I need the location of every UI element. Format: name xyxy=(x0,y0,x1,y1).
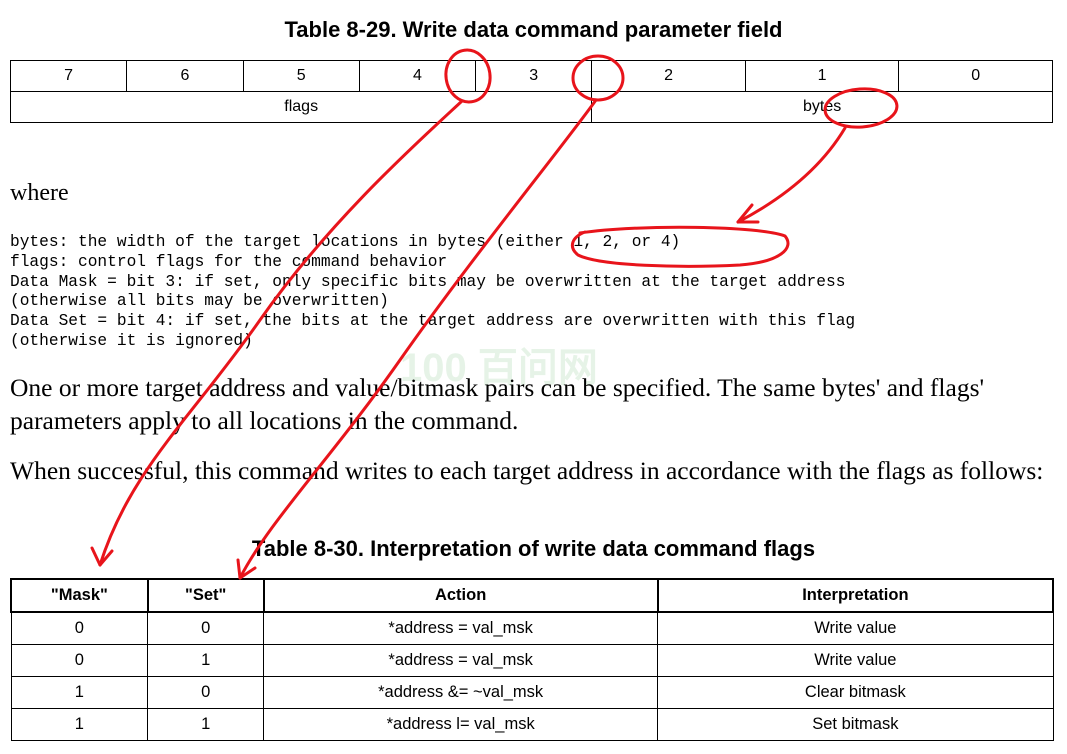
code-line: (otherwise it is ignored) xyxy=(10,331,253,350)
where-label: where xyxy=(10,180,69,206)
code-line: bytes: the width of the target locations… xyxy=(10,233,681,251)
cell-mask: 1 xyxy=(10,708,149,741)
code-line: (otherwise all bits may be overwritten) xyxy=(10,292,389,311)
cell-set: 1 xyxy=(147,708,265,741)
flags-field-cell: flags xyxy=(9,91,593,123)
header-action: Action xyxy=(262,578,659,613)
cell-action: *address l= val_msk xyxy=(263,708,659,741)
cell-set: 0 xyxy=(147,676,265,709)
table-header-row: "Mask" "Set" Action Interpretation xyxy=(10,578,1055,613)
table-row: 1 1 *address l= val_msk Set bitmask xyxy=(10,708,1054,741)
cell-action: *address &= ~val_msk xyxy=(263,676,659,709)
code-line: flags: control flags for the command beh… xyxy=(10,252,448,271)
code-line: Data Set = bit 4: if set, the bits at th… xyxy=(10,312,856,331)
header-mask: "Mask" xyxy=(10,578,149,613)
table-caption-flags-interpretation: Table 8-30. Interpretation of write data… xyxy=(251,536,816,561)
header-set: "Set" xyxy=(146,578,265,613)
table-row: 1 0 *address &= ~val_msk Clear bitmask xyxy=(10,676,1054,709)
annotation-arrow-bytes xyxy=(736,126,847,224)
table-caption-parameter-field: Table 8-29. Write data command parameter… xyxy=(284,17,783,42)
cell-mask: 0 xyxy=(10,644,149,677)
cell-set: 1 xyxy=(147,644,265,677)
bit-2-cell: 2 xyxy=(591,60,746,92)
annotation-arrowhead-bit-3 xyxy=(236,558,257,580)
field-definitions-code: bytes: the width of the target locations… xyxy=(10,233,855,352)
bit-number-row: 7 6 5 4 3 2 1 0 xyxy=(9,60,1053,92)
bit-4-cell: 4 xyxy=(358,60,477,92)
paragraph-when-successful: When successful, this command writes to … xyxy=(10,456,1044,485)
cell-interpretation: Set bitmask xyxy=(657,708,1054,741)
cell-interpretation: Clear bitmask xyxy=(657,676,1054,709)
cell-mask: 1 xyxy=(10,676,149,709)
bit-1-cell: 1 xyxy=(744,60,900,92)
bit-7-cell: 7 xyxy=(9,60,128,92)
cell-action: *address = val_msk xyxy=(263,611,659,645)
bytes-field-cell: bytes xyxy=(591,91,1053,123)
cell-action: *address = val_msk xyxy=(263,644,659,677)
bit-6-cell: 6 xyxy=(126,60,244,92)
parameter-field-table: 7 6 5 4 3 2 1 0 flags bytes xyxy=(9,60,1053,123)
field-name-row: flags bytes xyxy=(9,91,1053,123)
table-row: 0 0 *address = val_msk Write value xyxy=(10,611,1054,645)
cell-set: 0 xyxy=(147,611,265,645)
header-interpretation: Interpretation xyxy=(656,578,1055,613)
bit-3-cell: 3 xyxy=(475,60,593,92)
cell-mask: 0 xyxy=(10,611,149,645)
annotation-arrowhead-bytes xyxy=(736,203,760,224)
flags-interpretation-table: "Mask" "Set" Action Interpretation 0 0 *… xyxy=(10,578,1055,741)
cell-interpretation: Write value xyxy=(657,644,1054,677)
table-row: 0 1 *address = val_msk Write value xyxy=(10,644,1054,677)
code-line: Data Mask = bit 3: if set, only specific… xyxy=(10,272,846,291)
paragraph-target-pairs: One or more target address and value/bit… xyxy=(10,373,985,435)
bit-0-cell: 0 xyxy=(898,60,1053,92)
bit-5-cell: 5 xyxy=(242,60,360,92)
cell-interpretation: Write value xyxy=(657,611,1054,645)
